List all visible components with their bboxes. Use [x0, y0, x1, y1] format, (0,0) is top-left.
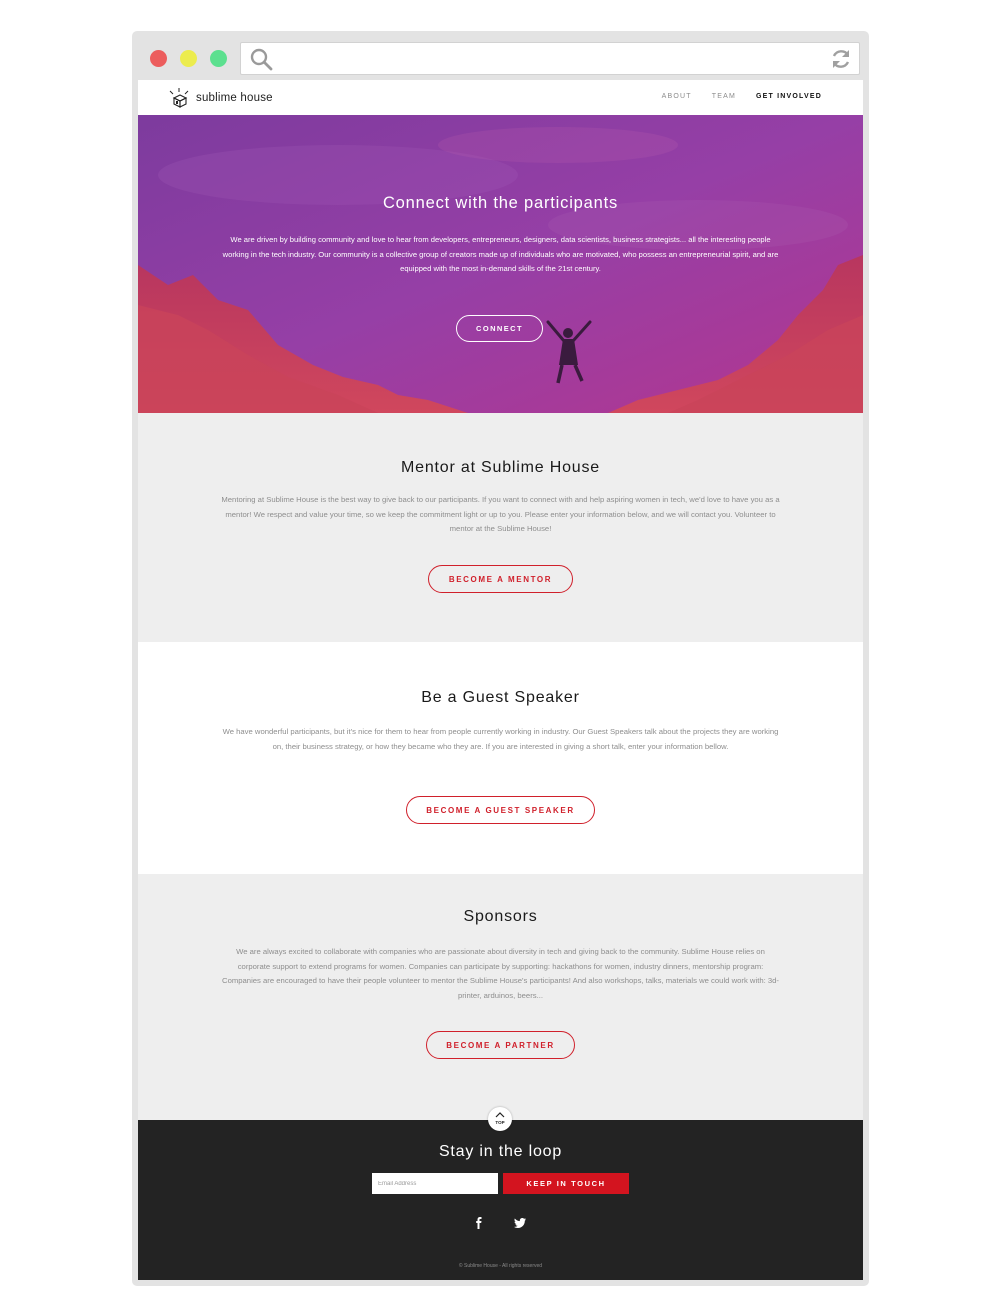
copyright-text: © Sublime House - All rights reserved: [458, 1263, 543, 1269]
logo-text: sublime house: [196, 92, 273, 104]
become-mentor-button[interactable]: BECOME A MENTOR: [428, 565, 573, 593]
browser-window: sublime house ABOUT TEAM GET INVOLVED Co…: [132, 31, 869, 1286]
hero-banner: Connect with the participants We are dri…: [138, 115, 863, 413]
sponsors-title: Sponsors: [463, 908, 538, 925]
sponsors-section: Sponsors We are always excited to collab…: [138, 874, 863, 1120]
nav-link-get-involved[interactable]: GET INVOLVED: [756, 93, 822, 100]
keep-in-touch-button[interactable]: KEEP IN TOUCH: [503, 1173, 629, 1194]
chevron-up-icon: [495, 1112, 505, 1118]
guest-speaker-description: We have wonderful participants, but it's…: [222, 727, 779, 751]
become-partner-button[interactable]: BECOME A PARTNER: [426, 1031, 575, 1059]
back-to-top-button[interactable]: TOP: [488, 1107, 512, 1131]
sponsors-description: We are always excited to collaborate wit…: [222, 947, 779, 1000]
footer: TOP Stay in the loop KEEP IN TOUCH © Sub…: [138, 1107, 863, 1280]
mentor-section: Mentor at Sublime House Mentoring at Sub…: [138, 413, 863, 642]
newsletter-title: Stay in the loop: [438, 1143, 563, 1160]
site-header: sublime house ABOUT TEAM GET INVOLVED: [138, 80, 863, 115]
nav-menu: ABOUT TEAM GET INVOLVED: [642, 93, 822, 100]
house-logo-icon: [169, 88, 189, 108]
guest-speaker-section: Be a Guest Speaker We have wonderful par…: [138, 642, 863, 874]
reload-icon[interactable]: [829, 47, 853, 71]
hero-description: We are driven by building community and …: [222, 235, 779, 273]
guest-speaker-title: Be a Guest Speaker: [421, 689, 580, 706]
page-viewport: sublime house ABOUT TEAM GET INVOLVED Co…: [138, 80, 863, 1280]
connect-button[interactable]: CONNECT: [456, 315, 543, 342]
maximize-window-button[interactable]: [210, 50, 227, 67]
site-logo[interactable]: sublime house: [168, 86, 273, 110]
hero-title: Connect with the participants: [382, 194, 619, 212]
nav-link-about[interactable]: ABOUT: [662, 93, 692, 100]
twitter-icon[interactable]: [513, 1216, 527, 1230]
address-bar[interactable]: [240, 42, 860, 75]
mentor-description: Mentoring at Sublime House is the best w…: [221, 495, 780, 534]
browser-toolbar: [132, 31, 869, 81]
email-field[interactable]: [372, 1173, 498, 1194]
minimize-window-button[interactable]: [180, 50, 197, 67]
back-to-top-label: TOP: [495, 1120, 505, 1125]
nav-link-team[interactable]: TEAM: [712, 93, 736, 100]
search-icon: [250, 48, 273, 71]
close-window-button[interactable]: [150, 50, 167, 67]
mentor-title: Mentor at Sublime House: [401, 459, 600, 476]
become-guest-speaker-button[interactable]: BECOME A GUEST SPEAKER: [406, 796, 595, 824]
facebook-icon[interactable]: [472, 1216, 486, 1230]
